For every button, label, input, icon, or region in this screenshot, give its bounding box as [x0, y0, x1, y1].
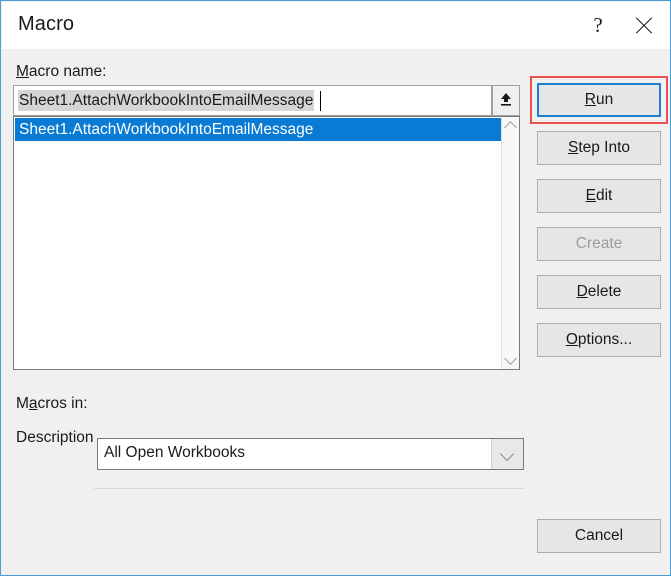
delete-button[interactable]: Delete [537, 275, 661, 309]
text-caret [320, 91, 321, 111]
description-separator [94, 488, 524, 489]
edit-button[interactable]: Edit [537, 179, 661, 213]
chevron-up-icon [504, 121, 517, 134]
description-label: Description [16, 429, 94, 446]
run-label: un [595, 91, 614, 108]
run-button[interactable]: Run [537, 83, 661, 117]
macro-name-label-text: acro name: [28, 63, 107, 80]
scroll-up-button[interactable] [502, 117, 519, 135]
question-mark-icon: ? [593, 13, 603, 37]
macros-in-value: All Open Workbooks [104, 444, 245, 461]
step-into-accel: S [567, 139, 579, 156]
edit-accel: E [585, 187, 596, 204]
step-into-label: tep Into [578, 139, 631, 156]
macros-in-dropdown-button[interactable] [491, 439, 523, 469]
help-button[interactable]: ? [575, 2, 621, 49]
macro-name-label-accel: M [16, 63, 29, 80]
run-accel: R [584, 91, 596, 108]
create-button: Create [537, 227, 661, 261]
macro-name-value: Sheet1.AttachWorkbookIntoEmailMessage [18, 90, 315, 111]
macros-in-label: Macros in: [16, 395, 88, 413]
macro-list[interactable]: Sheet1.AttachWorkbookIntoEmailMessage [13, 116, 520, 370]
macro-dialog: Macro ? Macro name: Sheet1.AttachWorkboo… [0, 0, 671, 576]
up-arrow-button[interactable] [492, 85, 520, 116]
chevron-down-icon [504, 352, 517, 365]
macros-in-label-rest: cros in: [37, 395, 88, 412]
close-button[interactable] [621, 2, 667, 49]
up-arrow-icon [498, 92, 514, 111]
delete-label: elete [587, 283, 622, 300]
list-scrollbar[interactable] [501, 117, 519, 369]
dialog-body: Macro name: Sheet1.AttachWorkbookIntoEma… [2, 49, 670, 575]
dialog-title: Macro [18, 13, 75, 35]
options-button[interactable]: Options... [537, 323, 661, 357]
scroll-down-button[interactable] [502, 351, 519, 369]
macro-name-label: Macro name: [16, 63, 106, 81]
cancel-button[interactable]: Cancel [537, 519, 661, 553]
edit-label: dit [595, 187, 613, 204]
macro-name-input[interactable]: Sheet1.AttachWorkbookIntoEmailMessage [13, 85, 492, 116]
close-icon [621, 2, 667, 49]
title-bar: Macro ? [2, 2, 670, 49]
options-label: ptions... [577, 331, 633, 348]
list-item[interactable]: Sheet1.AttachWorkbookIntoEmailMessage [15, 118, 502, 141]
chevron-down-icon [499, 446, 515, 462]
macros-in-label-accel: a [28, 395, 38, 412]
delete-accel: D [576, 283, 588, 300]
macros-in-select[interactable]: All Open Workbooks [97, 438, 524, 470]
options-accel: O [565, 331, 578, 348]
macros-in-label-pre: M [16, 395, 29, 412]
step-into-button[interactable]: Step Into [537, 131, 661, 165]
